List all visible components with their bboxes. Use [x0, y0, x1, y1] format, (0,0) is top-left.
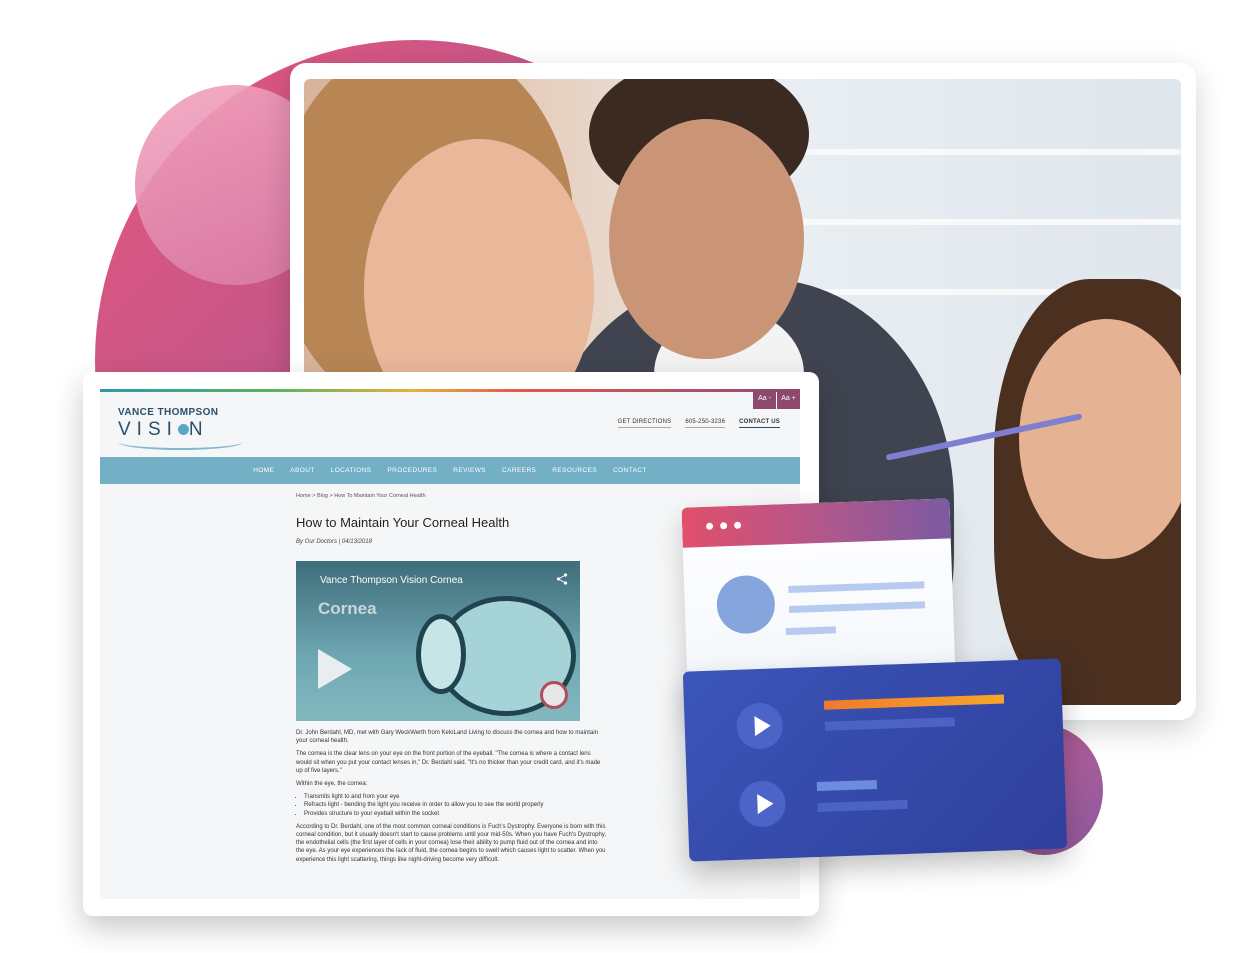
text-placeholder-line: [788, 581, 925, 594]
nav-resources[interactable]: RESOURCES: [544, 457, 605, 484]
video-title-placeholder: [816, 779, 878, 792]
play-icon: [754, 715, 772, 737]
nav-procedures[interactable]: PROCEDURES: [379, 457, 445, 484]
video-list-illustration: [682, 658, 1068, 862]
main-nav: HOME ABOUT LOCATIONS PROCEDURES REVIEWS …: [100, 457, 800, 484]
cornea-shape: [416, 614, 466, 694]
nav-locations[interactable]: LOCATIONS: [323, 457, 380, 484]
girl-face: [1019, 319, 1181, 559]
list-item: Refracts light - bending the light you r…: [304, 801, 606, 809]
text-placeholder-line: [785, 626, 836, 636]
color-stripe: [100, 389, 800, 392]
font-size-controls: Aa - Aa +: [752, 389, 800, 409]
article-paragraph: Within the eye, the cornea:: [296, 781, 368, 788]
text-placeholder-line: [788, 601, 926, 614]
nav-about[interactable]: ABOUT: [282, 457, 322, 484]
article-byline: By Our Doctors | 04/13/2018: [296, 539, 372, 545]
phone-link[interactable]: 605-250-3236: [685, 419, 726, 428]
logo-text-top: VANCE THOMPSON: [118, 407, 219, 418]
video-meta-placeholder: [824, 717, 955, 731]
logo-swoosh-icon: [118, 434, 243, 450]
nav-careers[interactable]: CAREERS: [494, 457, 544, 484]
breadcrumb[interactable]: Home > Blog > How To Maintain Your Corne…: [296, 493, 426, 499]
share-icon[interactable]: [556, 573, 568, 588]
video-title: Vance Thompson Vision Cornea: [320, 575, 463, 586]
article-paragraph: According to Dr. Berdahl, one of the mos…: [296, 823, 606, 863]
video-cornea-label: Cornea: [318, 599, 377, 618]
seal-icon: [540, 681, 568, 709]
man-face: [609, 119, 804, 359]
video-title-placeholder: [823, 694, 1005, 710]
contact-us-link[interactable]: CONTACT US: [739, 419, 780, 428]
article-title: How to Maintain Your Corneal Health: [296, 515, 510, 530]
video-player[interactable]: Vance Thompson Vision Cornea Cornea: [296, 561, 580, 721]
site-logo[interactable]: VANCE THOMPSON VISI N: [118, 407, 248, 450]
get-directions-link[interactable]: GET DIRECTIONS: [617, 419, 672, 428]
article-paragraph: Dr. John Berdahl, MD, met with Gary Weck…: [296, 730, 598, 745]
article-paragraph: The cornea is the clear lens on your eye…: [296, 751, 601, 774]
browser-titlebar: [681, 498, 951, 548]
play-icon[interactable]: [318, 649, 352, 689]
nav-contact[interactable]: CONTACT: [605, 457, 655, 484]
list-item: Provides structure to your eyeball withi…: [304, 810, 606, 818]
nav-home[interactable]: HOME: [245, 457, 282, 484]
font-decrease-button[interactable]: Aa -: [753, 389, 776, 409]
video-meta-placeholder: [817, 799, 908, 813]
play-button[interactable]: [735, 702, 784, 750]
play-button[interactable]: [738, 780, 787, 828]
list-item: Transmits light to and from your eye: [304, 793, 606, 801]
shelf: [801, 219, 1181, 225]
window-dots-icon: [719, 522, 728, 530]
window-dots-icon: [733, 521, 742, 529]
nav-reviews[interactable]: REVIEWS: [445, 457, 494, 484]
cornea-functions-list: Transmits light to and from your eye Ref…: [296, 793, 606, 818]
window-dots-icon: [705, 522, 714, 530]
article-body: Dr. John Berdahl, MD, met with Gary Weck…: [296, 729, 606, 869]
shelf: [801, 149, 1181, 155]
play-icon: [757, 793, 774, 815]
font-increase-button[interactable]: Aa +: [777, 389, 800, 409]
avatar-placeholder: [715, 574, 776, 635]
header-links: GET DIRECTIONS 605-250-3236 CONTACT US: [617, 419, 780, 428]
